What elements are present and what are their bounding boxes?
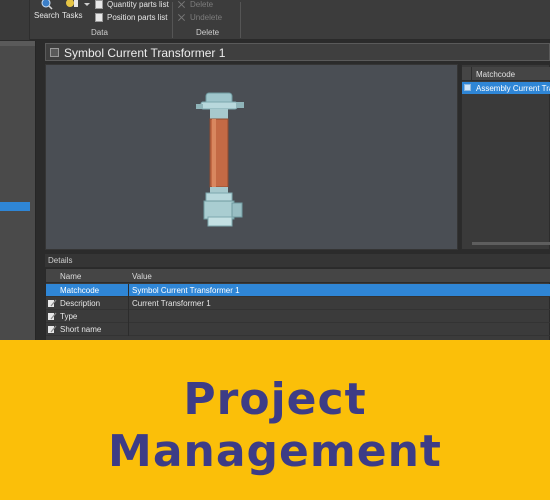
column-divider: [128, 284, 129, 297]
close-icon: [177, 0, 186, 9]
undelete-button-label: Undelete: [190, 13, 223, 22]
property-name: Short name: [60, 325, 102, 334]
banner-title-line-1: Project: [183, 374, 367, 425]
tasks-button[interactable]: Tasks: [62, 0, 82, 20]
structure-list-panel: Matchcode Assembly Current Tra: [461, 64, 550, 250]
symbol-icon: [50, 48, 59, 57]
table-row[interactable]: Matchcode Symbol Current Transformer 1: [46, 284, 550, 297]
document-icon: [95, 13, 103, 22]
property-name: Type: [60, 312, 78, 321]
table-row[interactable]: Type: [46, 310, 550, 323]
data-group-caption: Data: [91, 28, 108, 37]
column-divider: [128, 297, 129, 310]
close-icon: [177, 13, 186, 22]
properties-grid: Name Value Matchcode Symbol Current Tran…: [45, 268, 550, 343]
edit-icon: [48, 325, 57, 333]
ribbon-group-stub: [0, 0, 30, 40]
details-title: Details: [48, 256, 73, 265]
group-divider: [240, 2, 241, 38]
window-title-bar: Symbol Current Transformer 1: [45, 43, 550, 61]
column-divider: [128, 323, 129, 336]
panel-header: [0, 41, 35, 46]
navigator-selected-item[interactable]: [0, 202, 30, 211]
matchcode-column-header[interactable]: Matchcode: [476, 70, 515, 79]
position-parts-list-label: Position parts list: [107, 13, 168, 22]
grid-header: Name Value: [46, 269, 550, 283]
title-banner: Project Management: [0, 340, 550, 500]
list-item[interactable]: Assembly Current Tra: [462, 82, 550, 94]
quantity-parts-list-button[interactable]: Quantity parts list: [95, 0, 169, 9]
list-item-label: Assembly Current Tra: [476, 84, 550, 93]
name-column-header[interactable]: Name: [60, 272, 81, 281]
3d-preview-viewport[interactable]: [45, 64, 458, 250]
table-row[interactable]: Description Current Transformer 1: [46, 297, 550, 310]
delete-button[interactable]: Delete: [177, 0, 213, 9]
table-row[interactable]: Short name: [46, 323, 550, 336]
list-header: Matchcode: [462, 67, 550, 81]
property-name: Description: [60, 299, 101, 308]
value-column-header[interactable]: Value: [132, 272, 152, 281]
list-gutter: [462, 67, 472, 81]
property-value[interactable]: Symbol Current Transformer 1: [132, 286, 240, 295]
search-button[interactable]: Search: [34, 0, 59, 20]
document-icon: [95, 0, 103, 9]
quantity-parts-list-label: Quantity parts list: [107, 0, 169, 9]
ribbon-toolbar: Search Tasks Quantity parts list Positio…: [0, 0, 550, 40]
current-transformer-model: [196, 92, 244, 227]
delete-button-label: Delete: [190, 0, 214, 9]
undelete-button[interactable]: Undelete: [177, 13, 222, 22]
edit-icon: [48, 312, 57, 320]
property-name: Matchcode: [60, 286, 100, 295]
delete-group-caption: Delete: [196, 28, 220, 37]
navigator-panel: [0, 41, 36, 341]
search-button-label: Search: [34, 11, 60, 20]
details-section-header: Details: [45, 254, 550, 267]
tasks-button-label: Tasks: [62, 11, 83, 20]
horizontal-scrollbar[interactable]: [472, 242, 550, 245]
property-value[interactable]: Current Transformer 1: [132, 299, 211, 308]
column-divider: [128, 310, 129, 323]
group-divider: [172, 2, 173, 38]
window-title: Symbol Current Transformer 1: [64, 46, 226, 60]
tasks-icon: [66, 0, 79, 7]
search-icon: [41, 0, 53, 10]
edit-icon: [48, 299, 57, 307]
chevron-down-icon[interactable]: [84, 3, 90, 7]
position-parts-list-button[interactable]: Position parts list: [95, 13, 167, 22]
banner-title-line-2: Management: [108, 426, 442, 477]
expand-icon[interactable]: [464, 84, 471, 91]
